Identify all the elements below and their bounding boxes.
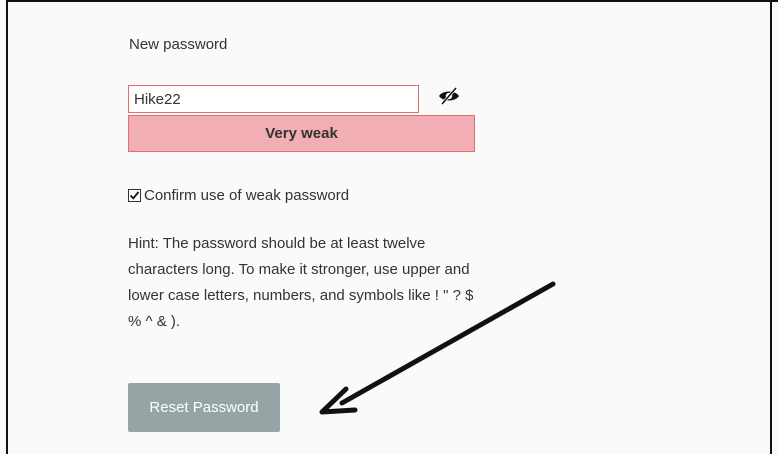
- password-hint: Hint: The password should be at least tw…: [128, 235, 474, 330]
- page-frame: New password Very weak Confirm use of we…: [0, 0, 778, 454]
- frame-border-left: [6, 0, 8, 454]
- reset-password-button[interactable]: Reset Password: [128, 383, 280, 432]
- frame-border-top: [6, 0, 778, 2]
- new-password-input[interactable]: [128, 85, 419, 113]
- arrow-icon: [319, 281, 556, 415]
- eye-slash-icon[interactable]: [437, 86, 461, 106]
- password-strength-meter: Very weak: [128, 115, 475, 152]
- new-password-label: New password: [129, 36, 228, 53]
- confirm-weak-password[interactable]: Confirm use of weak password: [128, 185, 349, 205]
- confirm-weak-label: Confirm use of weak password: [144, 186, 350, 204]
- frame-border-right: [770, 0, 772, 454]
- checkmark-icon: [129, 190, 140, 200]
- confirm-weak-checkbox[interactable]: [128, 188, 141, 202]
